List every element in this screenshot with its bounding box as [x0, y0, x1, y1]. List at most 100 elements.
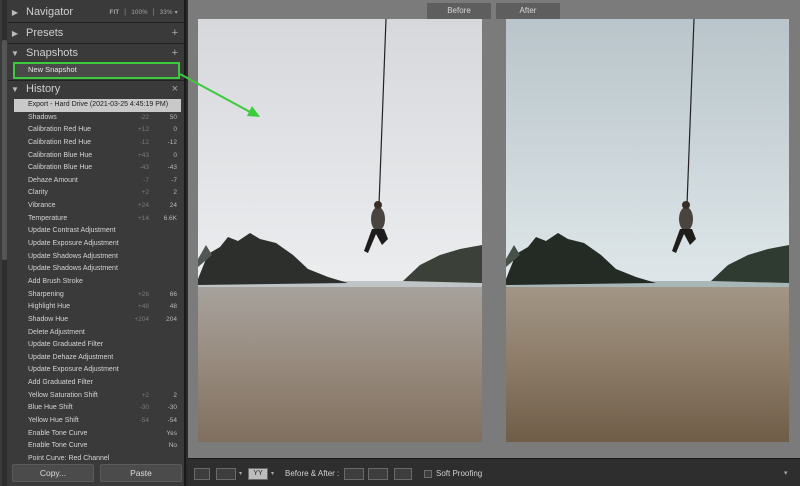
history-item-label: Update Exposure Adjustment: [28, 366, 119, 374]
history-item-value: 50: [169, 113, 177, 121]
history-item-label: Point Curve: Red Channel: [28, 454, 110, 462]
history-item[interactable]: Yellow Saturation Shift +2 2: [14, 390, 181, 403]
history-item-label: Enable Tone Curve: [28, 429, 88, 437]
history-item-delta: +2: [141, 189, 149, 197]
expand-triangle-icon: ▼: [11, 84, 19, 94]
after-label: After: [496, 3, 560, 19]
history-item[interactable]: Add Graduated Filter: [14, 377, 181, 390]
history-item-value: Yes: [166, 429, 177, 437]
paste-button[interactable]: Paste: [100, 464, 182, 482]
history-item[interactable]: Shadow Hue +204 204: [14, 314, 181, 327]
history-item[interactable]: Shadows -22 50: [14, 112, 181, 125]
expand-triangle-icon: ▼: [11, 48, 19, 58]
history-item-value: 6.6K: [163, 214, 177, 222]
before-photo[interactable]: [198, 19, 482, 442]
history-item[interactable]: Yellow Hue Shift -54 -54: [14, 415, 181, 428]
chevron-down-icon[interactable]: ▾: [239, 468, 242, 480]
swap-before-after-button[interactable]: [394, 468, 412, 480]
history-item[interactable]: Blue Hue Shift -30 -30: [14, 402, 181, 415]
history-item[interactable]: Highlight Hue +48 48: [14, 301, 181, 314]
history-item-delta: +43: [137, 151, 149, 159]
history-item[interactable]: Delete Adjustment: [14, 327, 181, 340]
history-item[interactable]: Enable Tone Curve Yes: [14, 428, 181, 441]
history-item-label: Vibrance: [28, 202, 56, 210]
navigator-title: Navigator: [26, 6, 74, 18]
history-item[interactable]: Sharpening +26 66: [14, 289, 181, 302]
history-item-label: Calibration Red Hue: [28, 138, 92, 146]
history-item-label: Highlight Hue: [28, 303, 71, 311]
panel-scrollbar[interactable]: [2, 0, 7, 486]
history-item[interactable]: Update Exposure Adjustment: [14, 364, 181, 377]
clear-history-button[interactable]: ×: [172, 83, 184, 95]
soft-proofing-checkbox[interactable]: [424, 470, 432, 478]
history-item[interactable]: Export - Hard Drive (2021-03-25 4:45:19 …: [14, 99, 181, 112]
history-header[interactable]: ▼ History ×: [8, 79, 184, 99]
scrollbar-thumb[interactable]: [2, 40, 7, 260]
history-item-label: Calibration Blue Hue: [28, 151, 93, 159]
copy-after-to-before-button[interactable]: [368, 468, 388, 480]
add-preset-button[interactable]: +: [172, 27, 184, 39]
history-item-value: 204: [166, 315, 177, 323]
before-after-label: Before & After :: [285, 469, 340, 478]
presets-header[interactable]: ▶ Presets +: [8, 23, 184, 43]
copy-before-to-after-button[interactable]: [344, 468, 364, 480]
history-item[interactable]: Dehaze Amount -7 -7: [14, 175, 181, 188]
history-item[interactable]: Vibrance +24 24: [14, 200, 181, 213]
history-item-delta: +24: [137, 202, 149, 210]
soft-proofing-label: Soft Proofing: [436, 469, 483, 478]
history-item-value: 2: [173, 391, 177, 399]
history-item[interactable]: Update Shadows Adjustment: [14, 263, 181, 276]
history-item-value: -43: [167, 164, 177, 172]
history-item-label: Yellow Hue Shift: [28, 417, 79, 425]
history-item-label: Clarity: [28, 189, 48, 197]
history-item[interactable]: Calibration Blue Hue -43 -43: [14, 162, 181, 175]
history-item[interactable]: Clarity +2 2: [14, 187, 181, 200]
after-photo[interactable]: [506, 19, 789, 442]
snapshots-header[interactable]: ▼ Snapshots +: [8, 43, 184, 63]
history-item[interactable]: Update Exposure Adjustment: [14, 238, 181, 251]
highlight-box: [13, 62, 180, 79]
history-list: Export - Hard Drive (2021-03-25 4:45:19 …: [14, 99, 181, 466]
history-item-label: Update Contrast Adjustment: [28, 227, 116, 235]
left-panel: ▶ Navigator FIT │ 100% │ 33% ▾ ▶ Presets…: [0, 0, 186, 486]
history-item-label: Yellow Saturation Shift: [28, 391, 98, 399]
history-item-value: -12: [167, 138, 177, 146]
loupe-view-button[interactable]: [194, 468, 210, 480]
collapse-triangle-icon: ▶: [11, 7, 19, 17]
history-item[interactable]: Calibration Red Hue -12 -12: [14, 137, 181, 150]
history-item[interactable]: Update Shadows Adjustment: [14, 251, 181, 264]
history-item[interactable]: Update Graduated Filter: [14, 339, 181, 352]
navigator-zoom-options[interactable]: FIT │ 100% │ 33% ▾: [110, 9, 185, 16]
navigator-header[interactable]: ▶ Navigator FIT │ 100% │ 33% ▾: [8, 2, 184, 22]
history-item-label: Calibration Red Hue: [28, 126, 92, 134]
history-item[interactable]: Calibration Red Hue +12 0: [14, 124, 181, 137]
history-item-label: Shadows: [28, 113, 57, 121]
history-title: History: [26, 83, 61, 95]
add-snapshot-button[interactable]: +: [172, 47, 184, 59]
history-item-label: Update Graduated Filter: [28, 341, 104, 349]
history-item[interactable]: Add Brush Stroke: [14, 276, 181, 289]
history-item[interactable]: Calibration Blue Hue +43 0: [14, 150, 181, 163]
history-item[interactable]: Temperature +14 6.6K: [14, 213, 181, 226]
copy-button[interactable]: Copy...: [12, 464, 94, 482]
after-image: [506, 19, 789, 442]
history-item[interactable]: Update Contrast Adjustment: [14, 225, 181, 238]
history-item-label: Update Exposure Adjustment: [28, 240, 119, 248]
history-item[interactable]: Enable Tone Curve No: [14, 440, 181, 453]
chevron-down-icon[interactable]: ▾: [271, 468, 274, 480]
toolbar-menu-chevron-icon[interactable]: ▾: [784, 468, 788, 480]
before-image: [198, 19, 482, 442]
history-item-delta: +204: [134, 315, 149, 323]
history-item-value: -30: [167, 404, 177, 412]
history-item-value: 48: [169, 303, 177, 311]
history-item-value: 0: [173, 126, 177, 134]
history-item-label: Update Shadows Adjustment: [28, 252, 118, 260]
before-after-mode-button[interactable]: YY: [248, 468, 268, 480]
history-item-delta: -22: [139, 113, 149, 121]
history-item[interactable]: Update Dehaze Adjustment: [14, 352, 181, 365]
history-item-delta: -54: [139, 417, 149, 425]
presets-title: Presets: [26, 27, 64, 39]
history-item-label: Blue Hue Shift: [28, 404, 73, 412]
history-item-value: 2: [173, 189, 177, 197]
compare-view-button[interactable]: [216, 468, 236, 480]
